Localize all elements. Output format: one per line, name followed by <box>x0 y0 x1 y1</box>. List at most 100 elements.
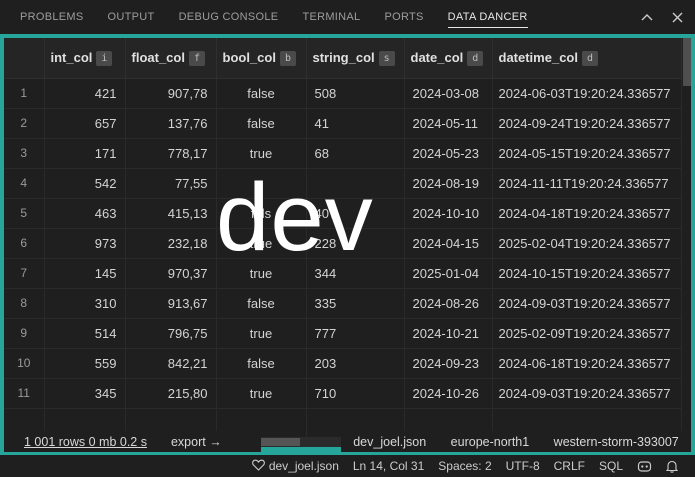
bell-icon[interactable] <box>659 460 685 473</box>
scrollbar-thumb[interactable] <box>683 38 691 86</box>
bool-cell[interactable]: false <box>216 348 307 379</box>
bool-cell[interactable]: false <box>216 78 307 109</box>
status-encoding[interactable]: UTF-8 <box>499 459 547 473</box>
tab-ports[interactable]: PORTS <box>372 0 435 34</box>
datetime-cell[interactable]: 2024-09-03T19:20:24.336577 <box>492 288 682 319</box>
float-cell[interactable]: 778,17 <box>125 138 217 169</box>
export-button[interactable]: export → <box>171 435 222 449</box>
datetime-cell[interactable]: 2024-11-11T19:20:24.336577 <box>492 168 682 199</box>
data-grid[interactable]: int_col i float_col f bool_col b string_col… <box>4 38 691 447</box>
column-header[interactable]: string_col s <box>306 38 405 79</box>
int-cell[interactable]: 145 <box>44 258 126 289</box>
datetime-cell[interactable]: 2024-09-24T19:20:24.336577 <box>492 108 682 139</box>
string-cell[interactable]: 68 <box>306 138 405 169</box>
tab-data-dancer[interactable]: DATA DANCER <box>436 0 540 34</box>
table-row[interactable]: 3 171 778,17 true 68 2024-05-23 2024-05-15T19:… <box>4 138 682 169</box>
table-row[interactable]: 10 559 842,21 false 203 2024-09-23 2024-06-18T… <box>4 348 682 379</box>
int-cell[interactable]: 973 <box>44 228 126 259</box>
datetime-cell[interactable]: 2024-10-15T19:20:24.336577 <box>492 258 682 289</box>
project-label[interactable]: western-storm-393007 <box>554 435 679 449</box>
status-language[interactable]: SQL <box>592 459 630 473</box>
region-label[interactable]: europe-north1 <box>451 435 530 449</box>
date-cell[interactable]: 2024-08-26 <box>404 288 493 319</box>
copilot-icon[interactable] <box>630 460 659 473</box>
int-cell[interactable]: 559 <box>44 348 126 379</box>
string-cell[interactable]: 203 <box>306 348 405 379</box>
string-cell[interactable]: 41 <box>306 108 405 139</box>
date-cell[interactable]: 2024-10-26 <box>404 378 493 409</box>
datetime-cell[interactable]: 2024-09-03T19:20:24.336577 <box>492 378 682 409</box>
bool-cell[interactable]: false <box>216 288 307 319</box>
datetime-cell[interactable]: 2025-02-04T19:20:24.336577 <box>492 228 682 259</box>
table-row[interactable]: 9 514 796,75 true 777 2024-10-21 2025-02-09T19… <box>4 318 682 349</box>
string-cell[interactable]: 335 <box>306 288 405 319</box>
table-row[interactable]: 4 542 77,55 2024-08-19 2024-11-11T19:20:24.3… <box>4 168 682 199</box>
table-row[interactable]: 2 657 137,76 false 41 2024-05-11 2024-09-24T19… <box>4 108 682 139</box>
column-header[interactable]: datetime_col d <box>492 38 682 79</box>
datetime-cell[interactable]: 2024-06-03T19:20:24.336577 <box>492 78 682 109</box>
int-cell[interactable]: 514 <box>44 318 126 349</box>
bool-cell[interactable]: true <box>216 378 307 409</box>
tab-debug-console[interactable]: DEBUG CONSOLE <box>167 0 291 34</box>
int-cell[interactable]: 310 <box>44 288 126 319</box>
string-cell[interactable]: 228 <box>306 228 405 259</box>
datetime-cell[interactable]: 2024-04-18T19:20:24.336577 <box>492 198 682 229</box>
datetime-cell[interactable]: 2024-06-18T19:20:24.336577 <box>492 348 682 379</box>
column-header[interactable]: int_col i <box>44 38 126 79</box>
int-cell[interactable]: 345 <box>44 378 126 409</box>
float-cell[interactable]: 842,21 <box>125 348 217 379</box>
datetime-cell[interactable]: 2025-02-09T19:20:24.336577 <box>492 318 682 349</box>
tab-output[interactable]: OUTPUT <box>96 0 167 34</box>
table-row[interactable]: 6 973 232,18 true 228 2024-04-15 2025-02-04T19… <box>4 228 682 259</box>
date-cell[interactable]: 2024-10-10 <box>404 198 493 229</box>
status-eol[interactable]: CRLF <box>547 459 592 473</box>
string-cell[interactable] <box>306 168 405 199</box>
bool-cell[interactable]: false <box>216 108 307 139</box>
bool-cell[interactable]: true <box>216 228 307 259</box>
table-row[interactable]: 8 310 913,67 false 335 2024-08-26 2024-09-03T1… <box>4 288 682 319</box>
int-cell[interactable]: 421 <box>44 78 126 109</box>
int-cell[interactable]: 542 <box>44 168 126 199</box>
float-cell[interactable]: 913,67 <box>125 288 217 319</box>
date-cell[interactable]: 2024-08-19 <box>404 168 493 199</box>
tab-problems[interactable]: PROBLEMS <box>0 0 96 34</box>
status-file[interactable]: dev_joel.json <box>245 459 346 474</box>
bool-cell[interactable]: fals <box>216 198 307 229</box>
tab-terminal[interactable]: TERMINAL <box>290 0 372 34</box>
date-cell[interactable]: 2024-10-21 <box>404 318 493 349</box>
float-cell[interactable]: 215,80 <box>125 378 217 409</box>
close-icon[interactable] <box>669 9 685 25</box>
date-cell[interactable]: 2024-03-08 <box>404 78 493 109</box>
string-cell[interactable]: 407 <box>306 198 405 229</box>
float-cell[interactable]: 137,76 <box>125 108 217 139</box>
date-cell[interactable]: 2024-09-23 <box>404 348 493 379</box>
int-cell[interactable]: 171 <box>44 138 126 169</box>
table-row[interactable]: 7 145 970,37 true 344 2025-01-04 2024-10-15T19… <box>4 258 682 289</box>
bool-cell[interactable] <box>216 168 307 199</box>
float-cell[interactable]: 77,55 <box>125 168 217 199</box>
bool-cell[interactable]: true <box>216 258 307 289</box>
float-cell[interactable]: 907,78 <box>125 78 217 109</box>
bool-cell[interactable]: true <box>216 138 307 169</box>
string-cell[interactable]: 710 <box>306 378 405 409</box>
chevron-up-icon[interactable] <box>639 9 655 25</box>
bool-cell[interactable]: true <box>216 318 307 349</box>
string-cell[interactable]: 508 <box>306 78 405 109</box>
table-row[interactable]: 5 463 415,13 fals 407 2024-10-10 2024-04-18T19… <box>4 198 682 229</box>
date-cell[interactable]: 2024-05-23 <box>404 138 493 169</box>
connection-file[interactable]: dev_joel.json <box>353 435 426 449</box>
date-cell[interactable]: 2024-04-15 <box>404 228 493 259</box>
column-header[interactable]: date_col d <box>404 38 493 79</box>
query-stats-link[interactable]: 1 001 rows 0 mb 0.2 s <box>24 435 147 449</box>
string-cell[interactable]: 777 <box>306 318 405 349</box>
float-cell[interactable]: 232,18 <box>125 228 217 259</box>
int-cell[interactable]: 463 <box>44 198 126 229</box>
float-cell[interactable]: 970,37 <box>125 258 217 289</box>
table-row[interactable]: 1 421 907,78 false 508 2024-03-08 2024-06-03T1… <box>4 78 682 109</box>
table-row[interactable]: 11 345 215,80 true 710 2024-10-26 2024-09-03T1… <box>4 378 682 409</box>
date-cell[interactable]: 2025-01-04 <box>404 258 493 289</box>
column-header[interactable]: float_col f <box>125 38 217 79</box>
column-header[interactable]: bool_col b <box>216 38 307 79</box>
date-cell[interactable]: 2024-05-11 <box>404 108 493 139</box>
status-indentation[interactable]: Spaces: 2 <box>431 459 498 473</box>
